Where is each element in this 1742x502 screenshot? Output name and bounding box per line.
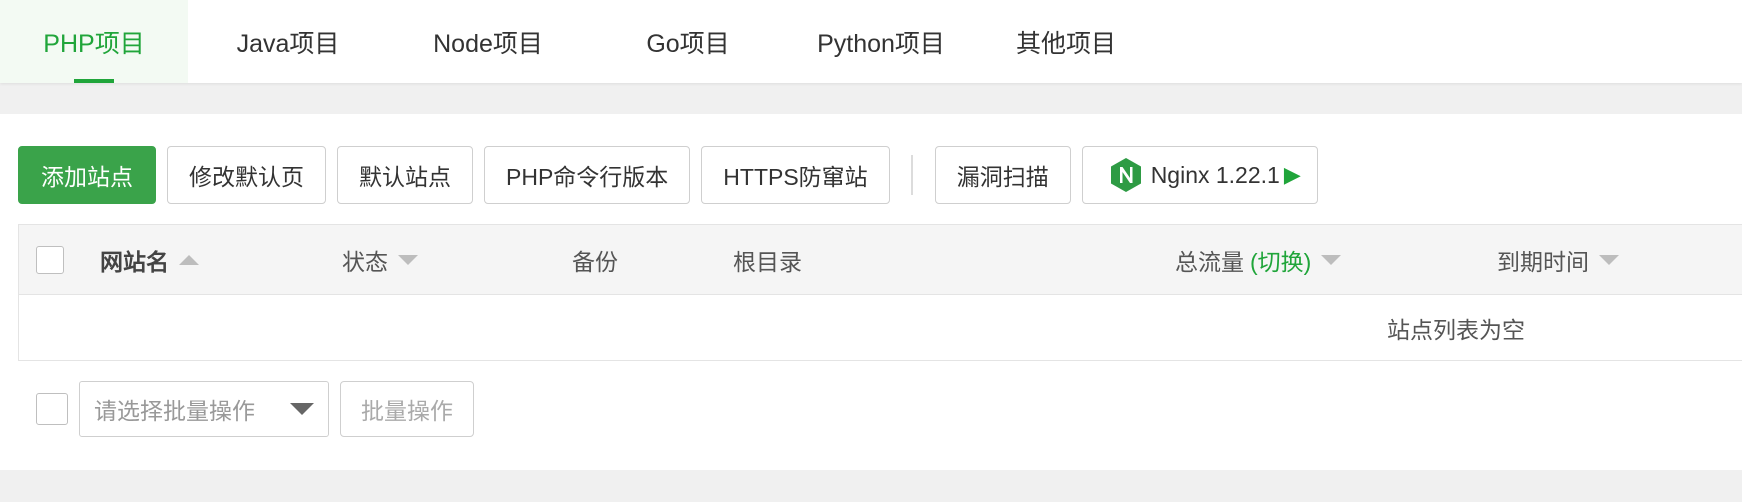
nginx-version-label: Nginx 1.22.1 bbox=[1150, 161, 1280, 188]
column-label: 状态 bbox=[342, 248, 388, 275]
column-expire-time[interactable]: 到期时间 bbox=[1497, 225, 1619, 294]
tab-go[interactable]: Go项目 bbox=[588, 0, 788, 83]
select-all-checkbox[interactable] bbox=[36, 245, 64, 274]
tab-java[interactable]: Java项目 bbox=[188, 0, 388, 83]
vuln-scan-button[interactable]: 漏洞扫描 bbox=[934, 146, 1071, 204]
table-header: 网站名 状态 备份 根目录 总流量 (切换) 到期时间 bbox=[19, 225, 1742, 295]
tab-other[interactable]: 其他项目 bbox=[974, 0, 1158, 83]
tab-label: 其他项目 bbox=[1015, 29, 1116, 58]
column-total-traffic[interactable]: 总流量 (切换) bbox=[1175, 225, 1342, 294]
column-label: 备份 bbox=[572, 248, 618, 275]
nginx-icon bbox=[1109, 157, 1143, 193]
column-root-dir: 根目录 bbox=[733, 225, 802, 294]
project-tabs: PHP项目 Java项目 Node项目 Go项目 Python项目 其他项目 bbox=[0, 0, 1742, 83]
php-cli-version-button[interactable]: PHP命令行版本 bbox=[484, 146, 691, 204]
sort-desc-icon bbox=[398, 254, 418, 265]
tab-label: Go项目 bbox=[646, 29, 730, 58]
default-site-button[interactable]: 默认站点 bbox=[337, 146, 473, 204]
tab-label: Java项目 bbox=[236, 29, 340, 58]
site-table: 网站名 状态 备份 根目录 总流量 (切换) 到期时间 站点列表为空 bbox=[18, 224, 1742, 361]
tab-label: Python项目 bbox=[817, 29, 945, 58]
column-status[interactable]: 状态 bbox=[342, 225, 418, 294]
batch-operation-button[interactable]: 批量操作 bbox=[340, 381, 474, 437]
tab-python[interactable]: Python项目 bbox=[788, 0, 974, 83]
batch-operations: 请选择批量操作 批量操作 bbox=[18, 381, 485, 437]
column-backup: 备份 bbox=[572, 225, 618, 294]
column-label: 网站名 bbox=[100, 248, 169, 275]
traffic-switch-link[interactable]: (切换) bbox=[1250, 243, 1311, 277]
sort-asc-icon bbox=[179, 254, 199, 265]
column-label: 总流量 bbox=[1175, 248, 1244, 275]
column-label: 到期时间 bbox=[1497, 248, 1589, 275]
tab-node[interactable]: Node项目 bbox=[388, 0, 588, 83]
nginx-version-button[interactable]: Nginx 1.22.1 ▶ bbox=[1081, 146, 1318, 204]
toolbar: 添加站点 修改默认页 默认站点 PHP命令行版本 HTTPS防窜站 漏洞扫描 N… bbox=[18, 145, 1329, 205]
chevron-down-icon bbox=[290, 403, 314, 415]
active-tab-indicator bbox=[74, 79, 114, 83]
add-site-button[interactable]: 添加站点 bbox=[18, 146, 156, 204]
tab-label: Node项目 bbox=[433, 29, 543, 58]
toolbar-divider bbox=[910, 155, 913, 195]
column-label: 根目录 bbox=[733, 248, 802, 275]
batch-select-checkbox[interactable] bbox=[36, 393, 68, 425]
sort-desc-icon bbox=[1599, 254, 1619, 265]
https-protection-button[interactable]: HTTPS防窜站 bbox=[701, 146, 890, 204]
sort-desc-icon bbox=[1321, 254, 1342, 265]
select-all-cell bbox=[36, 225, 64, 294]
tab-label: PHP项目 bbox=[43, 29, 145, 58]
empty-message: 站点列表为空 bbox=[1387, 317, 1525, 343]
modify-default-page-button[interactable]: 修改默认页 bbox=[167, 146, 326, 204]
column-site-name[interactable]: 网站名 bbox=[100, 225, 199, 294]
select-placeholder: 请选择批量操作 bbox=[94, 398, 255, 424]
empty-row: 站点列表为空 bbox=[19, 295, 1742, 361]
batch-operation-select[interactable]: 请选择批量操作 bbox=[79, 381, 329, 437]
site-panel: 添加站点 修改默认页 默认站点 PHP命令行版本 HTTPS防窜站 漏洞扫描 N… bbox=[0, 114, 1742, 470]
tab-php[interactable]: PHP项目 bbox=[0, 0, 188, 83]
play-icon: ▶ bbox=[1283, 162, 1301, 187]
